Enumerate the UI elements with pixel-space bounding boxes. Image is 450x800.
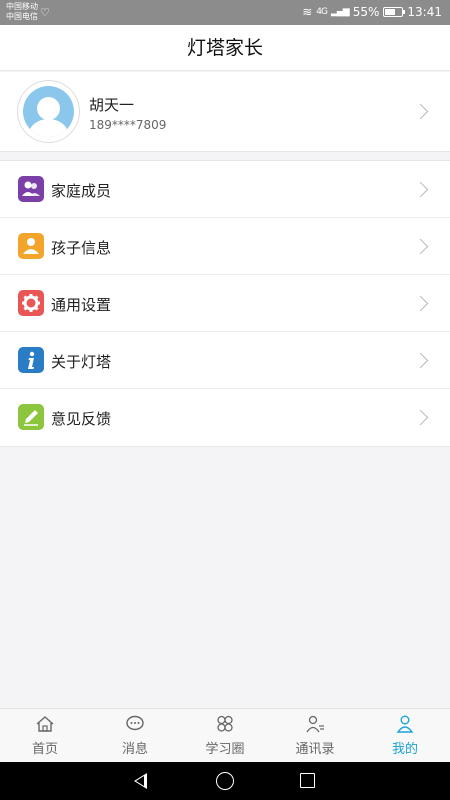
carrier-1: 中国移动: [6, 2, 38, 11]
signal-icon: ▂▄▆: [330, 7, 350, 17]
tab-mine[interactable]: 我的: [360, 709, 450, 762]
avatar[interactable]: [17, 80, 80, 143]
back-icon[interactable]: [134, 773, 147, 789]
home-circle-icon[interactable]: [216, 772, 234, 790]
chevron-right-icon: [412, 295, 429, 312]
tab-label: 我的: [391, 742, 418, 757]
tab-label: 通讯录: [295, 742, 335, 757]
battery-percent: 55%: [352, 5, 380, 19]
chevron-right-icon: [412, 238, 429, 255]
clover-icon: [214, 715, 236, 735]
recent-apps-icon[interactable]: [300, 773, 315, 788]
clock: 13:41: [407, 5, 442, 19]
tab-contacts[interactable]: 通讯录: [270, 709, 360, 762]
home-icon: [34, 715, 56, 735]
bottom-tab-bar: 首页 消息 学习圈 通讯录 我的: [0, 708, 450, 762]
person-icon: [394, 715, 416, 735]
carrier-labels: 中国移动 中国电信: [6, 2, 38, 22]
tab-label: 首页: [31, 742, 58, 757]
menu-item-label: 家庭成员: [51, 182, 112, 200]
chevron-right-icon: [412, 103, 429, 120]
menu-item-about[interactable]: 关于灯塔: [0, 332, 450, 389]
network-type: 4G: [316, 7, 328, 17]
chevron-right-icon: [412, 181, 429, 198]
menu-item-general-settings[interactable]: 通用设置: [0, 275, 450, 332]
profile-name: 胡天一: [89, 96, 135, 114]
wifi-icon: ≋: [302, 5, 313, 19]
tab-home[interactable]: 首页: [0, 709, 90, 762]
heartbeat-icon: ♡: [40, 6, 50, 19]
page-title: 灯塔家长: [186, 37, 263, 59]
profile-phone: 189****7809: [89, 118, 167, 132]
system-nav-bar: [0, 762, 450, 800]
message-icon: [124, 715, 146, 735]
settings-menu: 家庭成员 孩子信息 通用设置 关于灯塔 意见反馈: [0, 160, 450, 447]
title-bar: 灯塔家长: [0, 25, 450, 71]
tab-messages[interactable]: 消息: [90, 709, 180, 762]
profile-card[interactable]: 胡天一 189****7809: [0, 72, 450, 152]
menu-item-feedback[interactable]: 意见反馈: [0, 389, 450, 446]
chevron-right-icon: [412, 352, 429, 369]
gear-icon: [18, 290, 44, 316]
menu-item-label: 意见反馈: [51, 410, 112, 428]
menu-item-family-members[interactable]: 家庭成员: [0, 161, 450, 218]
child-info-icon: [18, 233, 44, 259]
chevron-right-icon: [412, 409, 429, 426]
info-icon: [18, 347, 44, 373]
menu-item-label: 孩子信息: [51, 239, 112, 257]
menu-item-label: 通用设置: [51, 296, 112, 314]
tab-label: 学习圈: [205, 742, 245, 757]
carrier-2: 中国电信: [6, 12, 38, 21]
tab-label: 消息: [121, 742, 148, 757]
menu-item-label: 关于灯塔: [51, 353, 112, 371]
contacts-icon: [304, 715, 326, 735]
status-right: ≋ 4G ▂▄▆ 55% 13:41: [302, 5, 442, 19]
family-icon: [18, 176, 44, 202]
default-avatar-icon: [23, 86, 74, 137]
pencil-icon: [18, 404, 44, 430]
status-bar: 中国移动 中国电信 ♡ ≋ 4G ▂▄▆ 55% 13:41: [0, 0, 450, 25]
tab-study-circle[interactable]: 学习圈: [180, 709, 270, 762]
battery-icon: [383, 7, 406, 17]
menu-item-child-info[interactable]: 孩子信息: [0, 218, 450, 275]
